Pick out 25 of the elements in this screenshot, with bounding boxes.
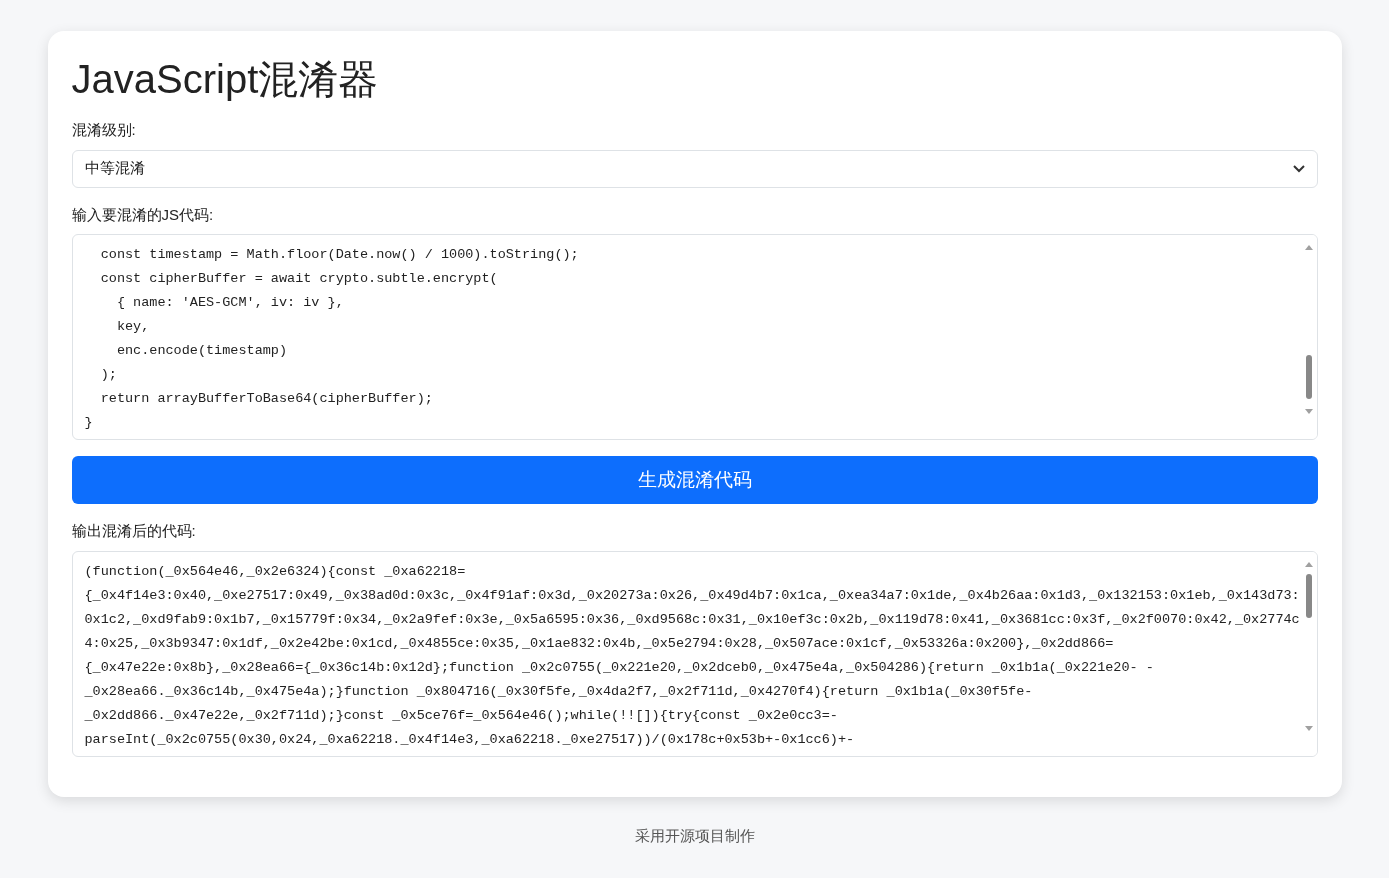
field-label: 混淆级别: xyxy=(71,120,136,140)
code-line: const cipherBuffer = await crypto.subtle.encrypt( xyxy=(99,270,498,288)
code-line: {_0x47e22e:0x8b},_0x28ea66={_0x36c14b:0x12d};function _0x2c0755(_0x221e20,_0x2dceb0,_0x475e4a,_0x504286){return _0x1b1a(_0x221e20- - xyxy=(84,658,1154,677)
code-line: 4:0x25,_0x3b9347:0x1df,_0x2e42be:0x1cd,_0x4855ce:0x35,_0x1ae832:0x4b,_0x5e2794:0x28,_0x507ace:0x1cf,_0x53326a:0x200},_0x2dd866= xyxy=(84,634,1114,653)
code-line: const timestamp = Math.floor(Date.now() / 1000).toString(); xyxy=(99,246,579,264)
code-line: 0x1c2,_0xd9fab9:0x1b7,_0x15779f:0x34,_0x2a9fef:0x3e,_0x5a6595:0x36,_0xd9568c:0x31,_0x10ef3c:0x2b,_0x119d78:0x41,_0x3681cc:0x3f,_0x2f0070:0x42,_0x2774c xyxy=(84,610,1300,629)
code-line: return arrayBufferToBase64(cipherBuffer); xyxy=(99,390,433,408)
field-label: 输入要混淆的JS代码: xyxy=(71,204,214,225)
code-line: } xyxy=(84,414,93,432)
code-line: parseInt(_0x2c0755(0x30,0x24,_0xa62218._0x4f14e3,_0xa62218._0xe27517))/(0x178c+0x53b+-0x1cc6)+- xyxy=(84,730,855,749)
code-line: { name: 'AES-GCM', iv: iv }, xyxy=(115,294,344,312)
code-line: _0x2dd866._0x47e22e,_0x2f711d);}const _0x5ce76f=_0x564e46();while(!![]){try{const _0x2e0cc3=- xyxy=(84,706,838,725)
generate-button[interactable]: 生成混淆代码 xyxy=(71,456,1318,504)
footer-text: 采用开源项目制作 xyxy=(634,825,755,846)
field-label: 输出混淆后的代码: xyxy=(71,521,196,541)
code-textarea[interactable] xyxy=(71,550,1318,757)
chevron-down-icon xyxy=(1292,164,1305,173)
code-line: key, xyxy=(115,318,150,336)
code-line: _0x28ea66._0x36c14b,_0x475e4a);}function _0x804716(_0x30f5fe,_0x4da2f7,_0x2f711d,_0x4270f4){return _0x1b1a(_0x30f5fe- xyxy=(84,682,1033,701)
code-line: enc.encode(timestamp) xyxy=(115,342,288,360)
level-select[interactable]: 中等混淆 xyxy=(71,149,1318,188)
code-line: ); xyxy=(99,366,117,384)
code-line: {_0x4f14e3:0x40,_0xe27517:0x49,_0x38ad0d:0x3c,_0x4f91af:0x3d,_0x20273a:0x26,_0x49d4b7:0x1ca,_0xea34a7:0x1de,_0x4b26aa:0x1d3,_0x132153:0x1eb,_0x143d73: xyxy=(84,586,1300,605)
code-line: (function(_0x564e46,_0x2e6324){const _0xa62218= xyxy=(84,562,466,581)
page-title: JavaScript混淆器 xyxy=(71,56,379,103)
